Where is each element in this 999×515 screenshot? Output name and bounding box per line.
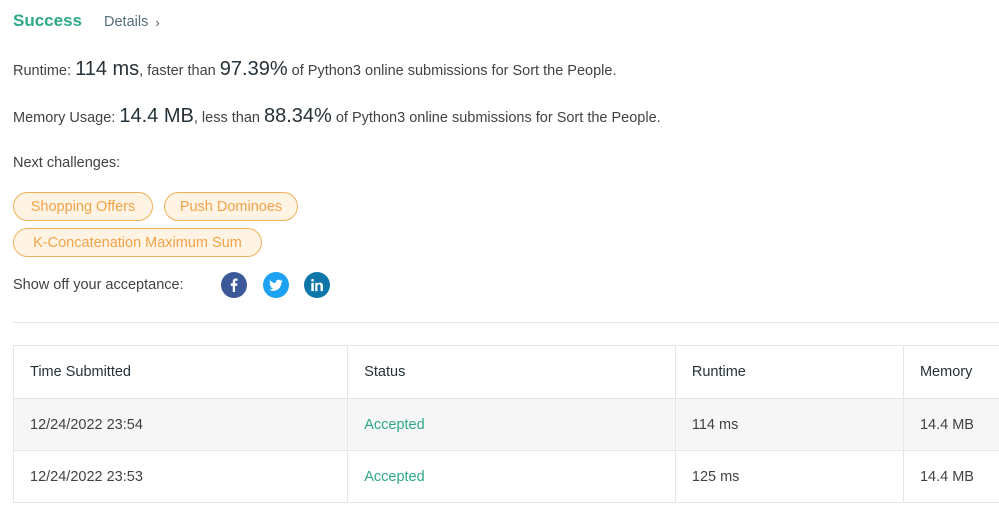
table-header-row: Time Submitted Status Runtime Memory bbox=[12, 345, 999, 399]
runtime-percent: 97.39% bbox=[219, 58, 288, 80]
status-success: Success bbox=[13, 11, 82, 30]
challenge-chip-k-concatenation[interactable]: K-Concatenation Maximum Sum bbox=[13, 228, 262, 257]
cell-status[interactable]: Accepted bbox=[347, 398, 676, 451]
submissions-table: Time Submitted Status Runtime Memory 12/… bbox=[12, 345, 999, 503]
challenge-chip-push-dominoes[interactable]: Push Dominoes bbox=[164, 192, 298, 221]
cell-status[interactable]: Accepted bbox=[347, 450, 676, 503]
header-memory[interactable]: Memory bbox=[902, 345, 999, 399]
table-row[interactable]: 12/24/2022 23:53 Accepted 125 ms 14.4 MB bbox=[12, 450, 999, 503]
facebook-icon[interactable] bbox=[221, 272, 247, 298]
header-time-submitted[interactable]: Time Submitted bbox=[12, 345, 349, 399]
memory-value: 14.4 MB bbox=[119, 105, 194, 127]
cell-runtime: 125 ms bbox=[674, 450, 904, 503]
cell-memory: 14.4 MB bbox=[902, 398, 999, 451]
memory-percent: 88.34% bbox=[263, 105, 332, 127]
table-row[interactable]: 12/24/2022 23:54 Accepted 114 ms 14.4 MB bbox=[12, 398, 999, 451]
chevron-right-icon: › bbox=[155, 14, 160, 30]
runtime-label: Runtime: bbox=[13, 63, 72, 79]
runtime-suffix: of Python3 online submissions for Sort t… bbox=[287, 63, 617, 79]
divider bbox=[13, 322, 999, 323]
runtime-stat: Runtime: 114 ms, faster than 97.39% of P… bbox=[13, 58, 616, 81]
challenge-chip-shopping-offers[interactable]: Shopping Offers bbox=[13, 192, 153, 221]
details-link[interactable]: Details › bbox=[104, 14, 160, 30]
share-label: Show off your acceptance: bbox=[13, 277, 184, 293]
cell-memory: 14.4 MB bbox=[902, 450, 999, 503]
details-label: Details bbox=[104, 14, 149, 30]
memory-suffix: of Python3 online submissions for Sort t… bbox=[331, 110, 661, 126]
header-status[interactable]: Status bbox=[347, 345, 676, 399]
runtime-comparison: , faster than bbox=[139, 63, 220, 79]
twitter-icon[interactable] bbox=[263, 272, 289, 298]
cell-time: 12/24/2022 23:54 bbox=[12, 398, 349, 451]
cell-time: 12/24/2022 23:53 bbox=[12, 450, 349, 503]
linkedin-icon[interactable] bbox=[304, 272, 330, 298]
cell-runtime: 114 ms bbox=[674, 398, 904, 451]
result-header: Success Details › bbox=[13, 11, 160, 31]
memory-comparison: , less than bbox=[193, 110, 264, 126]
header-runtime[interactable]: Runtime bbox=[674, 345, 904, 399]
next-challenges-label: Next challenges: bbox=[13, 155, 121, 171]
memory-stat: Memory Usage: 14.4 MB, less than 88.34% … bbox=[13, 105, 661, 128]
memory-label: Memory Usage: bbox=[13, 110, 116, 126]
runtime-value: 114 ms bbox=[75, 58, 140, 80]
